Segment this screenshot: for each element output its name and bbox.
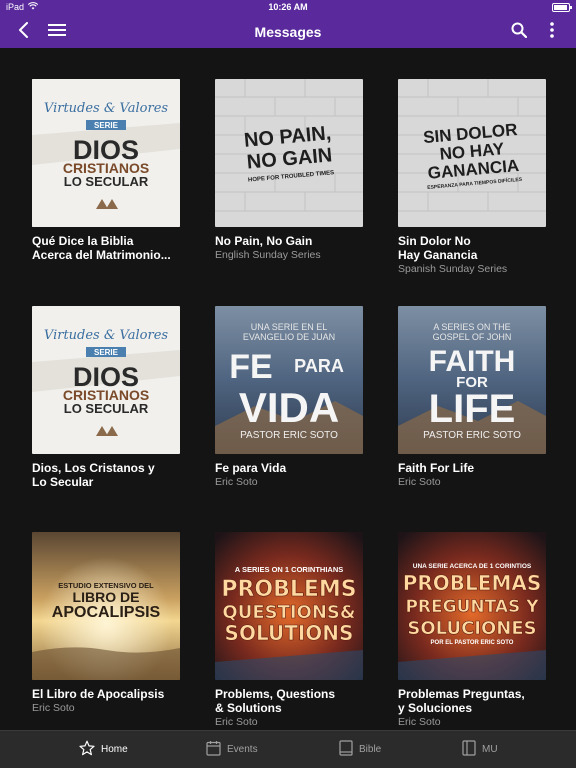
tab-label: Home	[101, 744, 128, 755]
series-card[interactable]: SIN DOLOR NO HAY GANANCIA ESPERANZA PARA…	[398, 79, 546, 276]
art-text: PARA	[294, 356, 344, 376]
series-artwork: NO PAIN, NO GAIN HOPE FOR TROUBLED TIMES	[215, 79, 363, 227]
series-card[interactable]: ESTUDIO EXTENSIVO DEL LIBRO DE APOCALIPS…	[32, 532, 180, 715]
book-icon	[339, 740, 353, 759]
series-title: Qué Dice la Biblia Acerca del Matrimonio…	[32, 234, 171, 262]
art-text: EVANGELIO DE JUAN	[243, 332, 335, 342]
tab-bible[interactable]: Bible	[339, 740, 381, 759]
tab-mu[interactable]: MU	[462, 740, 498, 759]
series-subtitle: Eric Soto	[398, 716, 441, 728]
series-artwork: A SERIES ON THE GOSPEL OF JOHN FAITH FOR…	[398, 306, 546, 454]
more-button[interactable]	[540, 20, 564, 44]
battery-icon	[552, 3, 572, 12]
navigation-bar: Messages	[0, 16, 576, 48]
art-text: QUESTIONS&	[222, 602, 355, 623]
series-title: Problems, Questions & Solutions	[215, 687, 336, 715]
series-title: Dios, Los Cristanos y Lo Secular	[32, 461, 155, 489]
search-button[interactable]	[507, 20, 531, 44]
series-subtitle: Eric Soto	[32, 702, 75, 714]
series-card[interactable]: UNA SERIE ACERCA DE 1 CORINTIOS PROBLEMA…	[398, 532, 546, 729]
series-title: No Pain, No Gain	[215, 234, 313, 248]
series-subtitle: English Sunday Series	[215, 249, 321, 261]
art-text: FE	[229, 348, 272, 386]
tab-label: Bible	[359, 744, 382, 755]
art-text: SOLUCIONES	[407, 618, 536, 639]
tab-label: Events	[227, 744, 258, 755]
art-text: LO SECULAR	[64, 401, 149, 416]
tab-events[interactable]: Events	[206, 740, 258, 759]
series-artwork: UNA SERIE EN EL EVANGELIO DE JUAN FE PAR…	[215, 306, 363, 454]
art-text: APOCALIPSIS	[52, 604, 161, 621]
calendar-icon	[206, 740, 221, 759]
tab-home[interactable]: Home	[79, 740, 128, 759]
series-title: Sin Dolor No Hay Ganancia	[398, 234, 478, 262]
art-text: A SERIES ON THE	[433, 322, 510, 332]
page-title: Messages	[254, 24, 322, 40]
series-card[interactable]: NO PAIN, NO GAIN HOPE FOR TROUBLED TIMES…	[215, 79, 363, 262]
clock: 10:26 AM	[268, 2, 308, 12]
series-title: Faith For Life	[398, 461, 474, 475]
columns-icon	[462, 740, 476, 759]
series-artwork: SIN DOLOR NO HAY GANANCIA ESPERANZA PARA…	[398, 79, 546, 227]
art-text: PROBLEMS	[221, 577, 356, 602]
art-text: SERIE	[94, 121, 119, 130]
series-card[interactable]: A SERIES ON 1 CORINTHIANS PROBLEMS QUEST…	[215, 532, 363, 729]
art-text: SOLUTIONS	[225, 621, 354, 645]
art-text: LIFE	[429, 387, 516, 431]
series-artwork: Virtudes & Valores SERIE DIOS CRISTIANOS…	[32, 79, 180, 227]
series-subtitle: Eric Soto	[215, 716, 258, 728]
search-icon	[511, 22, 528, 43]
series-artwork: ESTUDIO EXTENSIVO DEL LIBRO DE APOCALIPS…	[32, 532, 180, 680]
series-subtitle: Spanish Sunday Series	[398, 263, 508, 275]
series-title: Problemas Preguntas, y Soluciones	[398, 687, 525, 715]
art-text: VIDA	[239, 384, 339, 431]
series-subtitle: Eric Soto	[398, 476, 441, 488]
art-text: PASTOR ERIC SOTO	[423, 430, 521, 441]
series-artwork: UNA SERIE ACERCA DE 1 CORINTIOS PROBLEMA…	[398, 532, 546, 680]
series-title: El Libro de Apocalipsis	[32, 687, 165, 701]
messages-grid: Virtudes & Valores SERIE DIOS CRISTIANOS…	[0, 48, 576, 730]
more-vertical-icon	[550, 21, 554, 43]
art-text: UNA SERIE ACERCA DE 1 CORINTIOS	[413, 563, 532, 570]
series-title: Fe para Vida	[215, 461, 287, 475]
series-artwork: A SERIES ON 1 CORINTHIANS PROBLEMS QUEST…	[215, 532, 363, 680]
tab-label: MU	[482, 744, 498, 755]
series-card[interactable]: Virtudes & Valores SERIE DIOS CRISTIANOS…	[32, 79, 180, 262]
art-text: LO SECULAR	[64, 174, 149, 189]
art-text: PREGUNTAS Y	[405, 597, 539, 617]
status-bar: iPad 10:26 AM	[0, 0, 576, 16]
art-text: GOSPEL OF JOHN	[433, 332, 512, 342]
series-artwork: Virtudes & Valores SERIE DIOS CRISTIANOS…	[32, 306, 180, 454]
series-card[interactable]: Virtudes & Valores SERIE DIOS CRISTIANOS…	[32, 306, 180, 489]
art-text: UNA SERIE EN EL	[251, 322, 328, 332]
art-text: Virtudes & Valores	[44, 101, 168, 116]
series-card[interactable]: UNA SERIE EN EL EVANGELIO DE JUAN FE PAR…	[215, 306, 363, 489]
art-text: A SERIES ON 1 CORINTHIANS	[235, 565, 344, 574]
art-text: PROBLEMAS	[403, 571, 542, 595]
series-subtitle: Eric Soto	[215, 476, 258, 488]
art-text: PASTOR ERIC SOTO	[240, 430, 338, 441]
art-text: SERIE	[94, 348, 119, 357]
tab-bar: Home Events Bible MU	[0, 730, 576, 768]
art-text: POR EL PASTOR ERIC SOTO	[431, 640, 514, 646]
art-text: LIBRO DE	[73, 589, 140, 605]
art-text: Virtudes & Valores	[44, 328, 168, 343]
star-icon	[79, 740, 95, 759]
series-card[interactable]: A SERIES ON THE GOSPEL OF JOHN FAITH FOR…	[398, 306, 546, 489]
